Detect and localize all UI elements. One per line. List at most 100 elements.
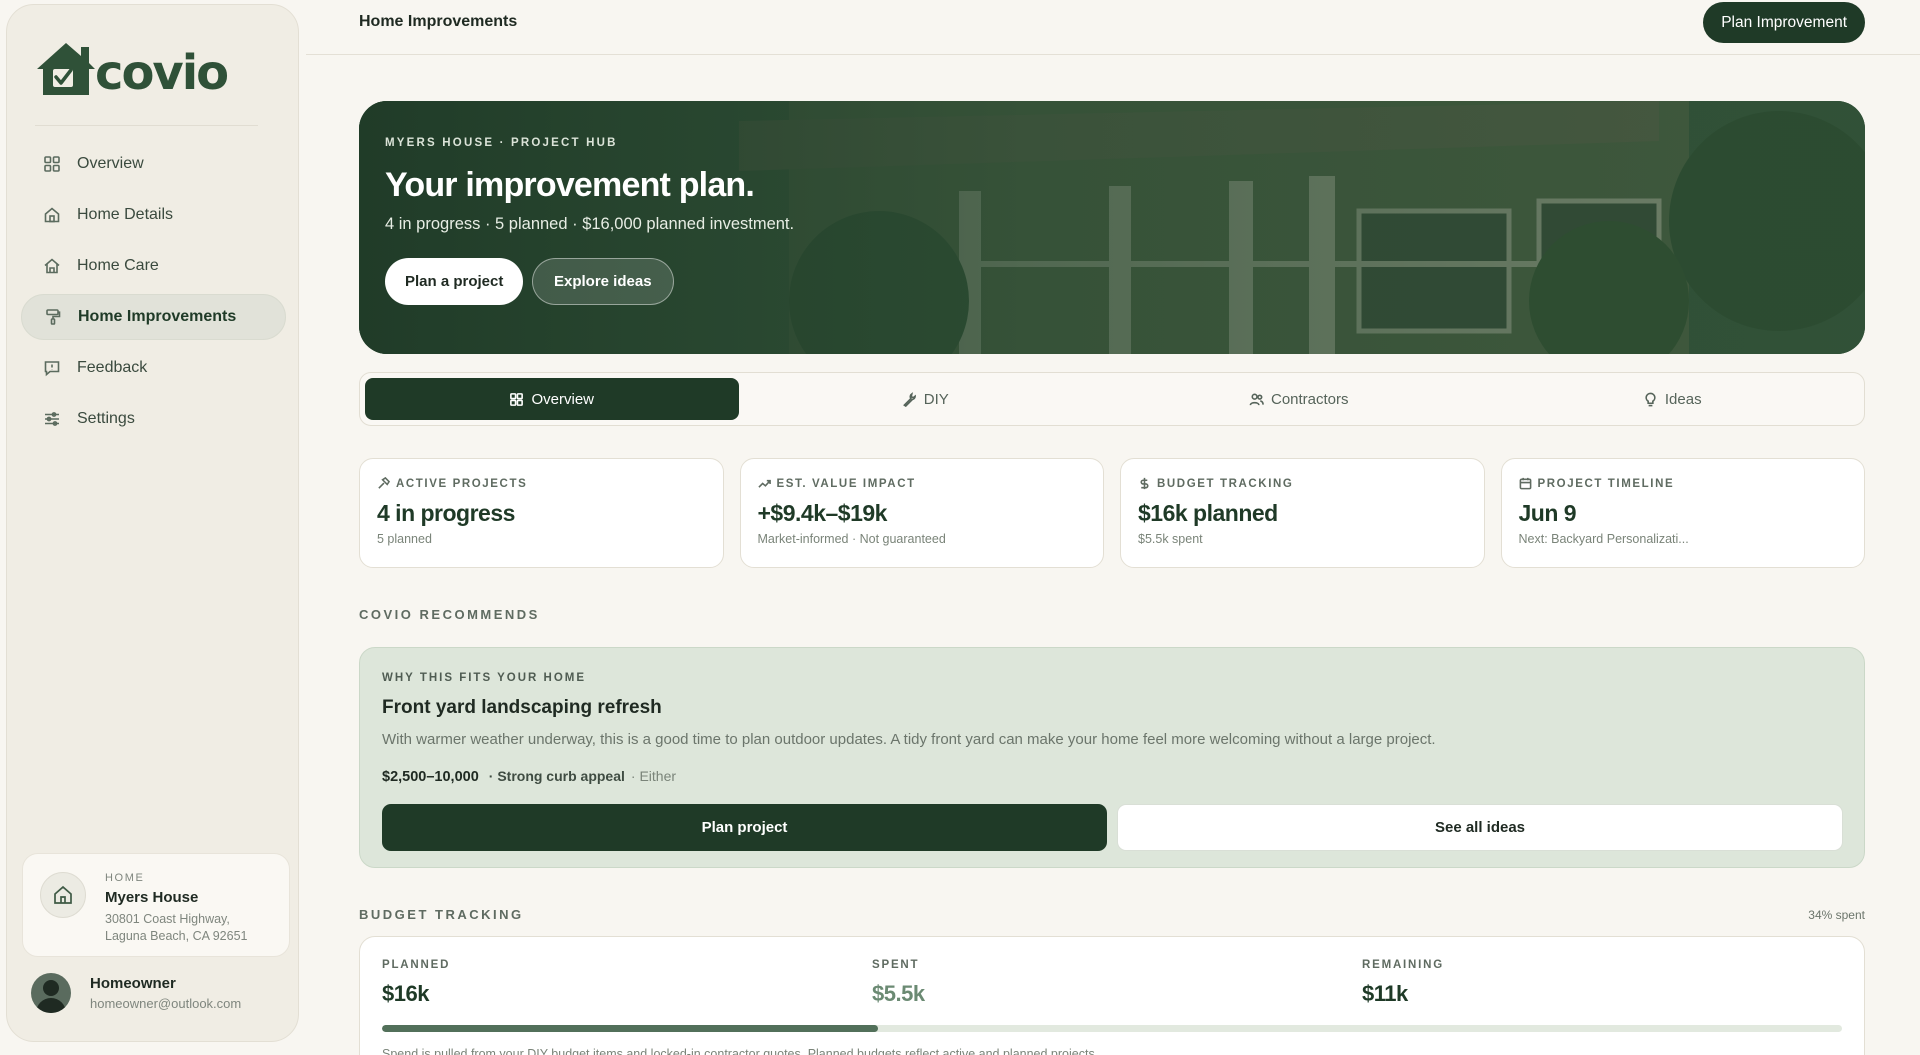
sidebar-item-label: Home Improvements — [78, 308, 237, 325]
user-name: Homeowner — [90, 975, 176, 992]
house-check-logo-icon — [37, 43, 95, 95]
rec-mode: · Either — [630, 768, 677, 784]
topbar: Home Improvements Plan Improvement — [306, 0, 1920, 55]
home-card[interactable]: HOME Myers House 30801 Coast Highway, La… — [22, 853, 290, 957]
tab-diy[interactable]: DIY — [739, 378, 1113, 420]
sliders-icon — [43, 410, 61, 428]
stat-sub: Next: Backyard Personalizati... — [1518, 532, 1689, 546]
explore-ideas-button[interactable]: Explore ideas — [532, 258, 674, 305]
sidebar-divider — [35, 125, 258, 126]
rec-impact: · Strong curb appeal — [488, 768, 625, 784]
sidebar-item-label: Home Care — [77, 257, 159, 274]
stat-card-active-projects[interactable]: ACTIVE PROJECTS 4 in progress 5 planned — [359, 458, 724, 568]
stat-value: 4 in progress — [377, 500, 515, 526]
plan-project-button[interactable]: Plan project — [382, 804, 1107, 851]
tab-overview[interactable]: Overview — [365, 378, 739, 420]
lightbulb-icon — [1645, 392, 1656, 406]
page-title: Home Improvements — [359, 13, 518, 30]
home-name: Myers House — [105, 889, 199, 906]
budget-card: PLANNED $16k SPENT $5.5k REMAINING $11k … — [359, 936, 1865, 1055]
dollar-icon — [1140, 477, 1149, 490]
recommendation-card: WHY THIS FITS YOUR HOME Front yard lands… — [359, 647, 1865, 868]
sidebar-item-home-care[interactable]: Home Care — [21, 243, 286, 289]
budget-percent-spent: 34% spent — [1808, 908, 1865, 922]
stat-sub: 5 planned — [377, 532, 432, 546]
sidebar-item-label: Feedback — [77, 359, 148, 376]
stat-card-project-timeline[interactable]: PROJECT TIMELINE Jun 9 Next: Backyard Pe… — [1500, 458, 1865, 568]
hero-banner: MYERS HOUSE · PROJECT HUB Your improveme… — [359, 101, 1865, 354]
budget-remaining-label: REMAINING — [1362, 959, 1445, 971]
section-title-budget: BUDGET TRACKING — [359, 907, 524, 922]
sidebar-item-label: Settings — [77, 410, 135, 427]
hero-subtitle: 4 in progress · 5 planned · $16,000 plan… — [385, 215, 795, 233]
sidebar-item-home-improvements[interactable]: Home Improvements — [21, 294, 286, 340]
avatar — [31, 973, 71, 1013]
tab-label: Contractors — [1270, 390, 1349, 408]
sidebar-item-feedback[interactable]: Feedback — [21, 345, 286, 391]
stat-label: ACTIVE PROJECTS — [396, 477, 528, 490]
budget-planned: PLANNED $16k — [382, 959, 450, 1007]
budget-spent: SPENT $5.5k — [872, 959, 925, 1007]
user-profile[interactable]: Homeowner homeowner@outlook.com — [31, 973, 241, 1013]
home-care-icon — [43, 257, 61, 275]
hammer-icon — [378, 477, 390, 489]
sidebar-nav: Overview Home Details Home Care Home Imp… — [21, 141, 286, 447]
plan-improvement-button[interactable]: Plan Improvement — [1703, 2, 1865, 43]
budget-remaining: REMAINING $11k — [1362, 959, 1444, 1007]
sidebar: covio Overview Home Details Home Care Ho… — [6, 4, 299, 1042]
rec-description: With warmer weather underway, this is a … — [382, 731, 1436, 748]
budget-planned-value: $16k — [382, 981, 429, 1006]
budget-planned-label: PLANNED — [382, 959, 451, 971]
logo[interactable]: covio — [35, 39, 229, 101]
home-address-line2: Laguna Beach, CA 92651 — [105, 929, 248, 943]
trend-up-icon — [757, 479, 771, 488]
stat-value: $16k planned — [1138, 500, 1278, 526]
stat-cards: ACTIVE PROJECTS 4 in progress 5 planned … — [359, 458, 1865, 568]
tab-bar: Overview DIY Contractors Ideas — [359, 372, 1865, 426]
budget-spent-label: SPENT — [872, 959, 920, 971]
message-icon — [43, 359, 61, 377]
hero-eyebrow: MYERS HOUSE · PROJECT HUB — [385, 137, 618, 149]
tab-contractors[interactable]: Contractors — [1112, 378, 1486, 420]
hero-title: Your improvement plan. — [385, 166, 755, 204]
rec-title: Front yard landscaping refresh — [382, 697, 662, 718]
user-email: homeowner@outlook.com — [90, 996, 242, 1011]
plan-a-project-button[interactable]: Plan a project — [385, 258, 524, 305]
stat-sub: Market-informed · Not guaranteed — [757, 532, 946, 546]
grid-icon — [510, 392, 524, 406]
budget-spent-value: $5.5k — [872, 981, 925, 1006]
stat-card-budget-tracking[interactable]: BUDGET TRACKING $16k planned $5.5k spent — [1120, 458, 1485, 568]
stat-value: +$9.4k–$19k — [757, 500, 888, 526]
sidebar-item-home-details[interactable]: Home Details — [21, 192, 286, 238]
budget-remaining-value: $11k — [1362, 981, 1408, 1006]
see-all-ideas-button[interactable]: See all ideas — [1117, 804, 1843, 851]
sidebar-item-settings[interactable]: Settings — [21, 396, 286, 442]
tab-label: Ideas — [1664, 390, 1702, 408]
sidebar-item-label: Home Details — [77, 206, 174, 223]
users-icon — [1249, 393, 1264, 405]
budget-progress-bar — [382, 1025, 1842, 1032]
tab-label: DIY — [923, 390, 949, 408]
stat-sub: $5.5k spent — [1138, 532, 1203, 546]
sidebar-item-label: Overview — [77, 155, 144, 172]
tab-ideas[interactable]: Ideas — [1486, 378, 1860, 420]
rec-meta: $2,500–10,000 · Strong curb appeal · Eit… — [382, 768, 676, 785]
stat-label: EST. VALUE IMPACT — [776, 477, 916, 490]
sidebar-item-overview[interactable]: Overview — [21, 141, 286, 187]
stat-value: Jun 9 — [1518, 500, 1577, 526]
rec-eyebrow: WHY THIS FITS YOUR HOME — [382, 672, 587, 684]
stat-label: BUDGET TRACKING — [1157, 477, 1294, 490]
tab-label: Overview — [531, 390, 594, 408]
section-title-recommends: COVIO RECOMMENDS — [359, 607, 540, 622]
budget-progress-fill — [382, 1025, 879, 1032]
logo-text: covio — [95, 45, 229, 101]
budget-note: Spend is pulled from your DIY budget ite… — [382, 1047, 1099, 1055]
home-address: 30801 Coast Highway, Laguna Beach, CA 92… — [105, 911, 247, 945]
calendar-icon — [1519, 477, 1531, 490]
rec-price: $2,500–10,000 — [382, 769, 479, 785]
house-icon — [43, 206, 61, 224]
paint-roller-icon — [44, 308, 62, 326]
stat-card-value-impact[interactable]: EST. VALUE IMPACT +$9.4k–$19k Market-inf… — [739, 458, 1104, 568]
home-card-label: HOME — [105, 872, 145, 884]
wrench-icon — [902, 391, 916, 407]
